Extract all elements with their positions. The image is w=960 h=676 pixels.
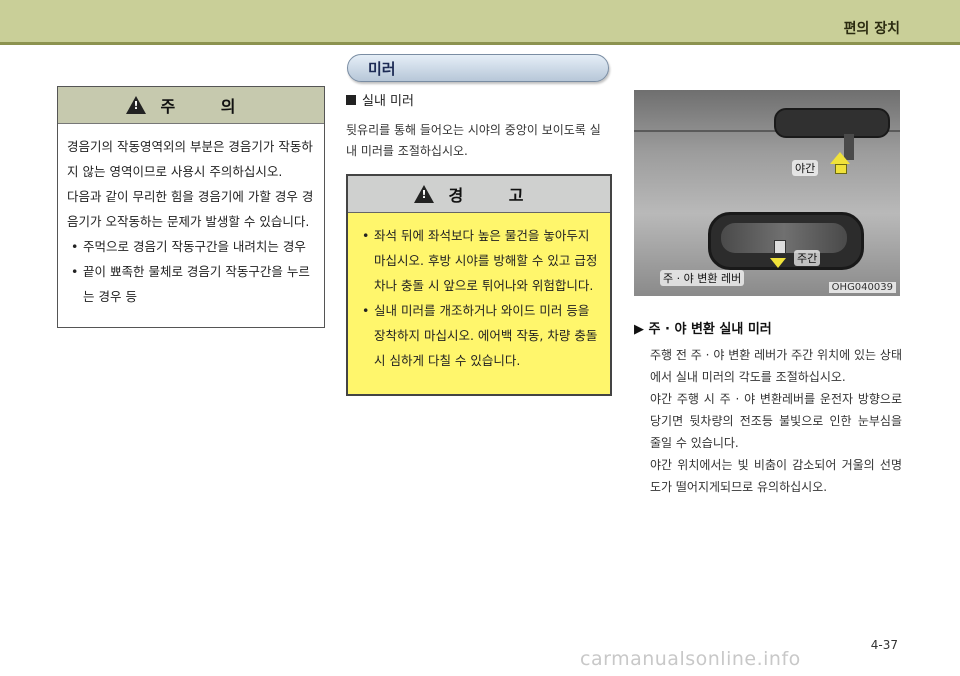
- arrow-up-icon: [830, 152, 850, 164]
- mirror-photo: 야간 주간 주 · 야 변환 레버 OHG040039: [634, 90, 900, 296]
- lever-body: 주행 전 주 · 야 변환 레버가 주간 위치에 있는 상태에서 실내 미러의 …: [650, 344, 902, 498]
- arrow-down-icon: [770, 258, 786, 268]
- sub-heading-text: 실내 미러: [362, 94, 414, 109]
- warning-triangle-icon: [414, 185, 435, 203]
- page-number: 4-37: [870, 638, 898, 652]
- warning-triangle-icon: [126, 96, 147, 114]
- day-night-lever: [774, 240, 786, 254]
- lever-heading: ▶ 주 · 야 변환 실내 미러: [634, 322, 772, 337]
- label-night: 야간: [792, 160, 819, 176]
- watermark: carmanualsonline.info: [580, 648, 801, 670]
- sub-heading: 실내 미러: [346, 90, 414, 109]
- label-lever: 주 · 야 변환 레버: [660, 270, 745, 286]
- caution-paragraph: 경음기의 작동영역외의 부분은 경음기가 작동하지 않는 영역이므로 사용시 주…: [67, 139, 313, 179]
- caution-title: 주 의: [160, 97, 256, 116]
- square-bullet-icon: [346, 94, 356, 105]
- intro-text: 뒷유리를 통해 들어오는 시야의 중앙이 보이도록 실내 미러를 조절하십시오.: [346, 123, 601, 158]
- caution-header: 주 의: [58, 87, 324, 124]
- warning-bullet: 좌석 뒤에 좌석보다 높은 물건을 놓아두지 마십시오. 후방 시야를 방해할 …: [358, 223, 598, 298]
- warning-body: 좌석 뒤에 좌석보다 높은 물건을 놓아두지 마십시오. 후방 시야를 방해할 …: [348, 213, 610, 373]
- caution-paragraph: 다음과 같이 무리한 힘을 경음기에 가할 경우 경음기가 오작동하는 문제가 …: [67, 189, 314, 229]
- section-title: 편의 장치: [843, 21, 900, 37]
- mirror-section-header: 미러: [347, 54, 609, 82]
- caution-bullet: 끝이 뾰족한 물체로 경음기 작동구간을 누르는 경우 등: [67, 259, 315, 309]
- warning-box: 경 고 좌석 뒤에 좌석보다 높은 물건을 놓아두지 마십시오. 후방 시야를 …: [346, 174, 612, 396]
- lever-paragraph: 야간 주행 시 주 · 야 변환레버를 운전자 방향으로 당기면 뒷차량의 전조…: [650, 392, 902, 450]
- lever-paragraph: 야간 위치에서는 빛 비춤이 감소되어 거울의 선명도가 떨어지게되므로 유의하…: [650, 458, 902, 494]
- warning-title: 경 고: [448, 186, 544, 205]
- figure-code: OHG040039: [828, 282, 896, 293]
- warning-header: 경 고: [348, 176, 610, 213]
- mirror-section-title: 미러: [368, 60, 396, 78]
- caution-box: 주 의 경음기의 작동영역외의 부분은 경음기가 작동하지 않는 영역이므로 사…: [57, 86, 325, 328]
- caution-bullets: 주먹으로 경음기 작동구간을 내려치는 경우 끝이 뾰족한 물체로 경음기 작동…: [67, 234, 315, 309]
- arrow-up-stem: [835, 164, 847, 174]
- warning-bullet: 실내 미러를 개조하거나 와이드 미러 등을 장착하지 마십시오. 에어백 작동…: [358, 298, 598, 373]
- rearview-mirror: [708, 212, 864, 270]
- label-day: 주간: [794, 250, 821, 266]
- mirror-head: [774, 108, 890, 138]
- header-band: [0, 0, 960, 45]
- lever-paragraph: 주행 전 주 · 야 변환 레버가 주간 위치에 있는 상태에서 실내 미러의 …: [650, 348, 902, 384]
- caution-bullet: 주먹으로 경음기 작동구간을 내려치는 경우: [67, 234, 315, 259]
- caution-body: 경음기의 작동영역외의 부분은 경음기가 작동하지 않는 영역이므로 사용시 주…: [58, 124, 324, 319]
- warning-bullets: 좌석 뒤에 좌석보다 높은 물건을 놓아두지 마십시오. 후방 시야를 방해할 …: [358, 223, 598, 373]
